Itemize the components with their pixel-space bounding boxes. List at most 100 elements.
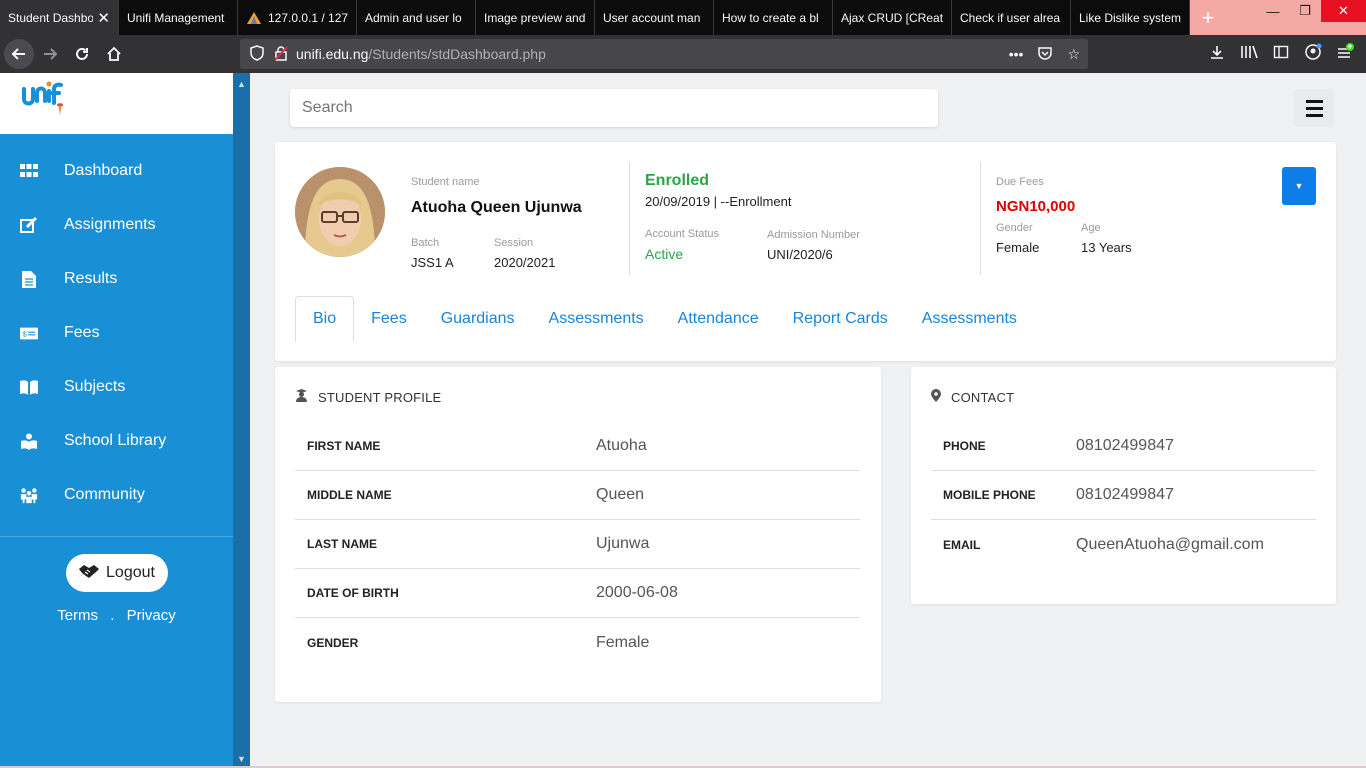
reader-icon (20, 432, 38, 450)
browser-tab[interactable]: Admin and user lo (357, 0, 476, 35)
hamburger-menu-icon[interactable] (1294, 89, 1334, 127)
student-summary-card: Student name Atuoha Queen Ujunwa Batch J… (275, 142, 1336, 361)
logout-button[interactable]: Logout (65, 554, 168, 592)
pocket-icon[interactable] (1037, 46, 1053, 63)
sidebar-item-label: Fees (64, 324, 100, 341)
edit-icon (20, 216, 38, 234)
enrollment-info: 20/09/2019 | --Enrollment (645, 194, 792, 209)
browser-tab[interactable]: Ajax CRUD [CReat (833, 0, 952, 35)
reload-icon[interactable] (66, 38, 98, 70)
forward-arrow-icon[interactable] (34, 38, 66, 70)
library-icon[interactable] (1238, 44, 1260, 65)
terms-link[interactable]: Terms (57, 607, 98, 624)
link-separator: . (110, 607, 115, 624)
tab-fees[interactable]: Fees (354, 296, 424, 342)
browser-tab-bar: Student Dashbo ✕ Unifi Management 127.0.… (0, 0, 1366, 35)
sidebar-item-school-library[interactable]: School Library (0, 414, 233, 468)
address-bar[interactable]: unifi.edu.ng/Students/stdDashboard.php •… (240, 39, 1088, 69)
avatar (295, 167, 385, 257)
people-icon (20, 486, 38, 504)
batch-value: JSS1 A (411, 255, 454, 270)
due-fees-label: Due Fees (996, 176, 1044, 188)
sidebar-scrollbar[interactable]: ▲ ▼ (233, 73, 250, 768)
tab-bio[interactable]: Bio (295, 296, 355, 342)
row-value: Atuoha (596, 437, 647, 454)
download-icon[interactable] (1206, 44, 1228, 65)
age-label: Age (1081, 222, 1101, 234)
section-title: STUDENT PROFILE (318, 389, 442, 405)
handshake-icon (78, 563, 100, 584)
row-key: PHONE (943, 439, 986, 453)
tab-title: Student Dashbo (8, 10, 94, 25)
scroll-down-icon[interactable]: ▼ (233, 754, 250, 764)
logo-area[interactable] (0, 73, 233, 134)
email-value: QueenAtuoha@gmail.com (1076, 535, 1264, 553)
gender-value: Female (996, 240, 1040, 255)
profile-row: MIDDLE NAME Queen (295, 471, 860, 520)
minimize-icon[interactable]: — (1257, 0, 1289, 22)
sidebar-item-subjects[interactable]: Subjects (0, 360, 233, 414)
sidebar-item-results[interactable]: Results (0, 252, 233, 306)
window-close-icon[interactable]: ✕ (1321, 0, 1366, 22)
sidebar-item-assignments[interactable]: Assignments (0, 198, 233, 252)
sidebar-item-label: Results (64, 270, 118, 287)
tab-assessments[interactable]: Assessments (532, 296, 661, 342)
document-icon (20, 270, 38, 288)
tab-title: How to create a bl (722, 10, 819, 25)
privacy-link[interactable]: Privacy (127, 607, 176, 624)
new-tab-button[interactable]: + (1190, 0, 1226, 35)
sidebar-item-label: Dashboard (64, 162, 143, 179)
close-tab-icon[interactable]: ✕ (97, 9, 110, 27)
browser-tab[interactable]: Check if user alrea (952, 0, 1071, 35)
tab-guardians[interactable]: Guardians (424, 296, 532, 342)
tab-title: Ajax CRUD [CReat (841, 10, 943, 25)
browser-tab[interactable]: Like Dislike system (1071, 0, 1190, 35)
more-actions-icon[interactable]: ••• (1009, 46, 1024, 63)
browser-tab[interactable]: How to create a bl (714, 0, 833, 35)
tab-attendance[interactable]: Attendance (661, 296, 776, 342)
profile-row: GENDER Female (295, 618, 860, 667)
sidebar-toggle-icon[interactable] (1270, 44, 1292, 65)
sidebar-item-community[interactable]: Community (0, 468, 233, 522)
row-key: MOBILE PHONE (943, 488, 1036, 502)
menu-update-icon[interactable] (1334, 42, 1356, 66)
sidebar-item-dashboard[interactable]: Dashboard (0, 144, 233, 198)
browser-tab[interactable]: Image preview and (476, 0, 595, 35)
scroll-up-icon[interactable]: ▲ (233, 79, 250, 89)
unifi-logo[interactable] (20, 77, 66, 131)
session-label: Session (494, 237, 534, 249)
batch-label: Batch (411, 237, 440, 249)
browser-tab[interactable]: Unifi Management (119, 0, 238, 35)
back-arrow-icon[interactable] (4, 39, 34, 69)
browser-tab[interactable]: Student Dashbo ✕ (0, 0, 119, 35)
caret-down-icon: ▼ (1294, 181, 1304, 191)
insecure-lock-icon[interactable] (274, 45, 290, 64)
tab-title: Image preview and (484, 10, 586, 25)
account-icon[interactable] (1302, 43, 1324, 66)
student-profile-card: STUDENT PROFILE FIRST NAME Atuoha MIDDLE… (275, 367, 881, 702)
section-title: CONTACT (951, 389, 1015, 405)
row-key: DATE OF BIRTH (307, 586, 399, 600)
actions-dropdown-button[interactable]: ▼ (1282, 167, 1316, 205)
url-path: /Students/stdDashboard.php (368, 46, 546, 62)
tracking-shield-icon[interactable] (250, 44, 266, 64)
contact-row: MOBILE PHONE 08102499847 (931, 471, 1316, 520)
sidebar-item-fees[interactable]: $ Fees (0, 306, 233, 360)
sidebar-item-label: Assignments (64, 216, 156, 233)
url-domain: unifi.edu.ng (296, 46, 369, 62)
student-name: Atuoha Queen Ujunwa (411, 199, 582, 216)
bookmark-star-icon[interactable]: ☆ (1067, 46, 1080, 63)
account-status-value: Active (645, 246, 684, 262)
search-input[interactable] (290, 89, 938, 127)
restore-icon[interactable]: ❐ (1289, 0, 1321, 22)
admission-number-label: Admission Number (767, 229, 860, 241)
tab-report-cards[interactable]: Report Cards (776, 296, 905, 342)
browser-tab[interactable]: User account man (595, 0, 714, 35)
browser-nav-bar: unifi.edu.ng/Students/stdDashboard.php •… (0, 35, 1366, 73)
home-icon[interactable] (98, 38, 130, 70)
map-pin-icon (931, 389, 941, 405)
tab-title: User account man (603, 10, 701, 25)
browser-tab[interactable]: 127.0.0.1 / 127 (238, 0, 357, 35)
tab-assessments-2[interactable]: Assessments (905, 296, 1034, 342)
row-value: Female (596, 633, 650, 651)
